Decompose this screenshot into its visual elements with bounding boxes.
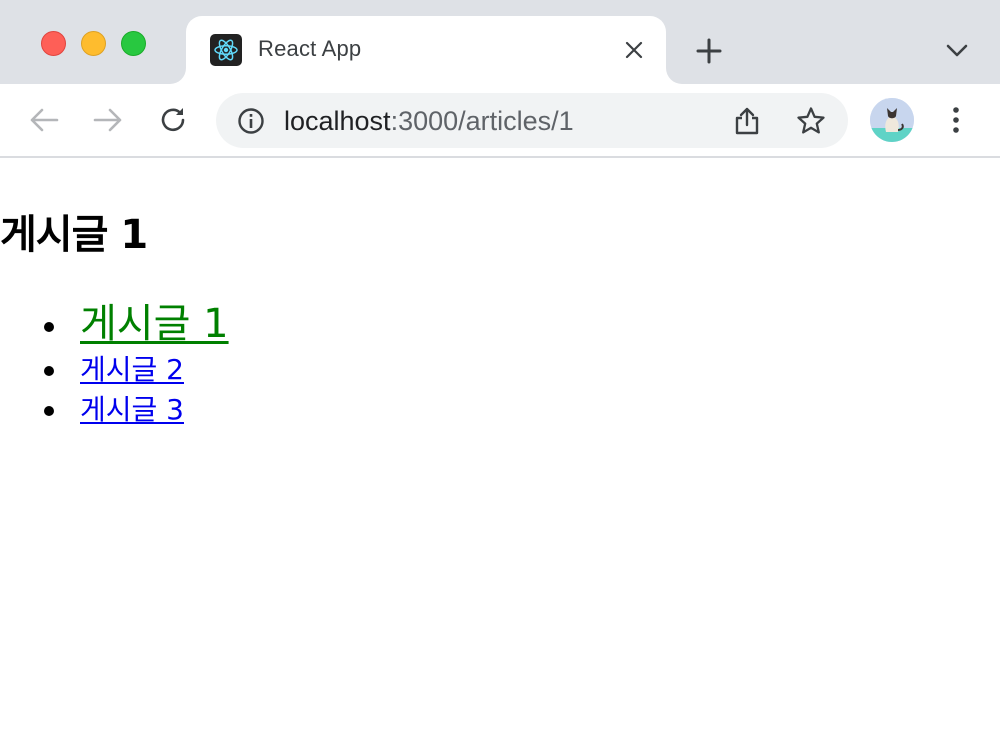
react-logo-icon [210,34,242,66]
reload-icon[interactable] [155,102,191,138]
info-icon[interactable] [236,106,266,136]
article-link-2[interactable]: 게시글 2 [80,353,184,386]
url-text[interactable]: localhost:3000/articles/1 [284,106,574,136]
tab-react-app[interactable]: React App [186,16,666,86]
share-icon[interactable] [730,105,764,137]
kebab-menu-icon[interactable] [940,102,972,138]
tab-strip: React App [0,0,1000,86]
article-list: 게시글 1 게시글 2 게시글 3 [0,298,600,430]
chevron-down-icon[interactable] [940,34,974,68]
list-item: 게시글 2 [0,350,600,390]
page-content: 게시글 1 게시글 1 게시글 2 게시글 3 [0,158,1000,750]
window-minimize-button[interactable] [81,31,106,56]
arrow-right-icon[interactable] [90,102,126,138]
article-link-3[interactable]: 게시글 3 [80,393,184,426]
avatar[interactable] [870,98,914,142]
url-path: :3000/articles/1 [390,106,574,136]
browser-toolbar: localhost:3000/articles/1 [0,84,1000,156]
article-link-1[interactable]: 게시글 1 [80,301,229,347]
star-icon[interactable] [794,105,828,137]
window-close-button[interactable] [41,31,66,56]
window-zoom-button[interactable] [121,31,146,56]
address-bar[interactable]: localhost:3000/articles/1 [216,93,848,148]
list-item: 게시글 3 [0,390,600,430]
close-icon[interactable] [620,36,648,64]
arrow-left-icon[interactable] [26,102,62,138]
plus-icon[interactable] [692,34,726,68]
tab-title: React App [258,36,362,61]
page-title: 게시글 1 [0,212,148,258]
list-item: 게시글 1 [0,298,600,350]
url-host: localhost [284,106,391,136]
